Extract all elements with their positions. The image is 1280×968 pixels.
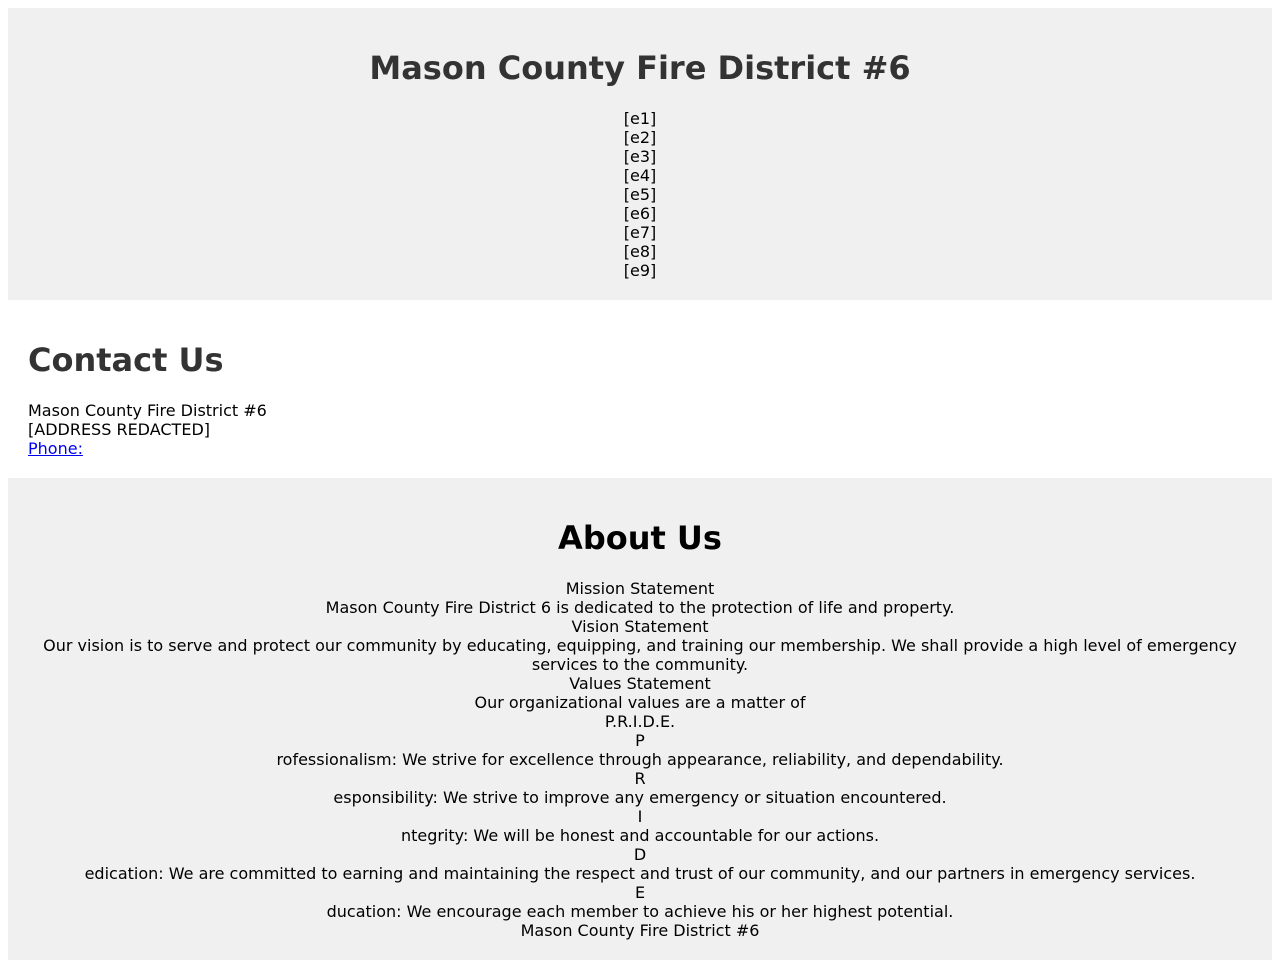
- mission-title: Mission Statement: [565, 579, 715, 598]
- nav-item-e8[interactable]: [e8]: [8, 242, 1272, 261]
- value-text-i: ntegrity: We will be honest and accounta…: [400, 826, 880, 845]
- about-heading: About Us: [558, 519, 722, 557]
- contact-name: Mason County Fire District #6: [28, 401, 267, 420]
- nav-list: [e1] [e2] [e3] [e4] [e5] [e6] [e7] [e8] …: [8, 109, 1272, 280]
- nav-item-e1[interactable]: [e1]: [8, 109, 1272, 128]
- contact-section: Contact Us Mason County Fire District #6…: [28, 300, 1252, 478]
- value-text-p: rofessionalism: We strive for excellence…: [276, 750, 1004, 769]
- vision-title: Vision Statement: [571, 617, 709, 636]
- site-title: Mason County Fire District #6: [369, 49, 911, 87]
- values-acronym: P.R.I.D.E.: [604, 712, 676, 731]
- nav-item-e6[interactable]: [e6]: [8, 204, 1272, 223]
- site-header: Mason County Fire District #6 [e1] [e2] …: [8, 8, 1272, 300]
- nav-item-e9[interactable]: [e9]: [8, 261, 1272, 280]
- about-footer-name: Mason County Fire District #6: [520, 921, 760, 940]
- value-letter-p: P: [635, 731, 645, 750]
- contact-address: [ADDRESS REDACTED]: [28, 420, 210, 439]
- value-letter-d: D: [633, 845, 647, 864]
- value-text-d: edication: We are committed to earning a…: [84, 864, 1196, 883]
- value-text-e: ducation: We encourage each member to ac…: [326, 902, 954, 921]
- vision-text: Our vision is to serve and protect our c…: [43, 636, 1237, 674]
- mission-text: Mason County Fire District 6 is dedicate…: [325, 598, 955, 617]
- value-letter-r: R: [634, 769, 646, 788]
- nav-item-e4[interactable]: [e4]: [8, 166, 1272, 185]
- page: Mason County Fire District #6 [e1] [e2] …: [0, 0, 1280, 968]
- value-letter-i: I: [637, 807, 643, 826]
- contact-heading: Contact Us: [28, 341, 224, 379]
- about-body: Mission Statement Mason County Fire Dist…: [36, 579, 1244, 940]
- phone-link[interactable]: Phone:: [28, 439, 83, 458]
- nav-item-e3[interactable]: [e3]: [8, 147, 1272, 166]
- values-intro: Our organizational values are a matter o…: [474, 693, 806, 712]
- nav-item-e5[interactable]: [e5]: [8, 185, 1272, 204]
- nav-item-e2[interactable]: [e2]: [8, 128, 1272, 147]
- contact-details: Mason County Fire District #6 [ADDRESS R…: [28, 401, 267, 458]
- about-section: About Us Mission Statement Mason County …: [8, 478, 1272, 960]
- value-text-r: esponsibility: We strive to improve any …: [333, 788, 947, 807]
- nav-item-e7[interactable]: [e7]: [8, 223, 1272, 242]
- values-title: Values Statement: [569, 674, 711, 693]
- value-letter-e: E: [634, 883, 646, 902]
